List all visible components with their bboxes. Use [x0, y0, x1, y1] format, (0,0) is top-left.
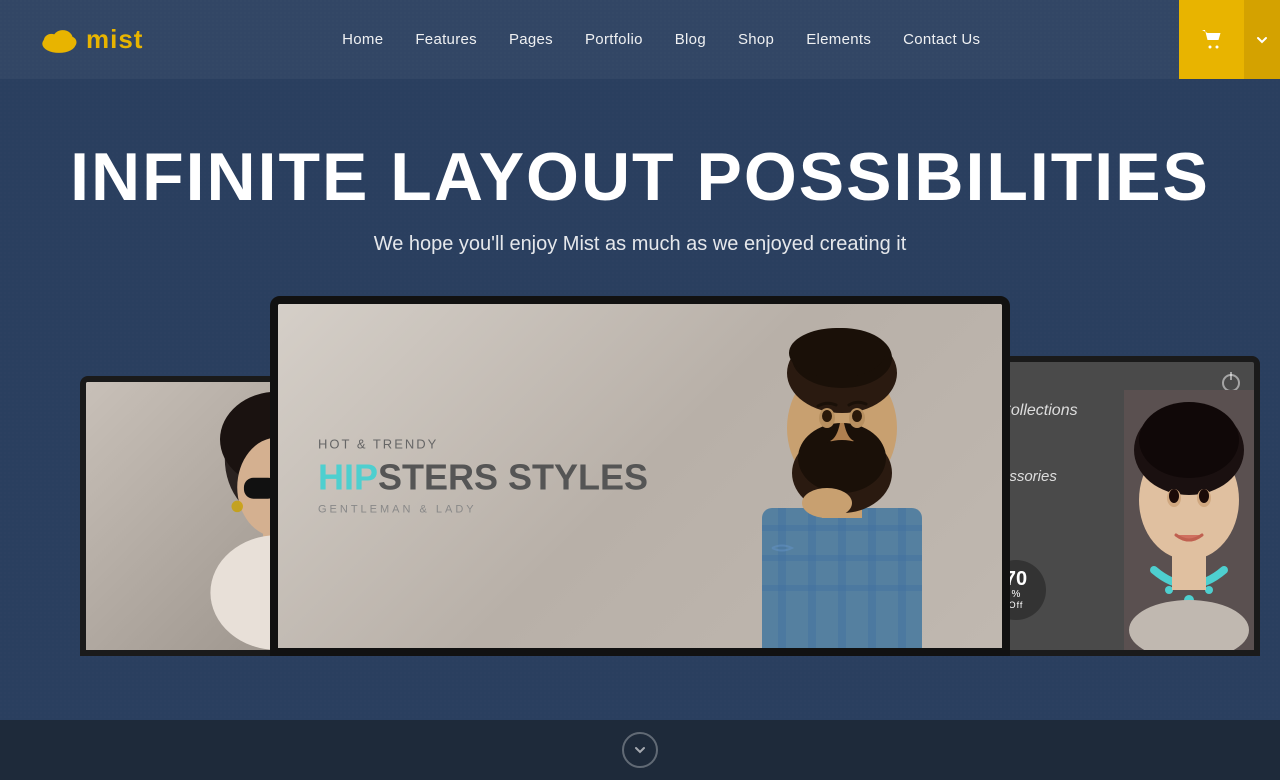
cart-button[interactable] [1179, 0, 1244, 79]
bottom-bar [0, 720, 1280, 780]
nav-item-blog[interactable]: Blog [675, 31, 706, 49]
screen-center: HOT & TRENDY HIPSTERS STYLES GENTLEMAN &… [270, 296, 1010, 656]
center-sub-text: GENTLEMAN & LADY [318, 503, 648, 515]
woman-face-right [1124, 390, 1254, 650]
nav-link-shop[interactable]: Shop [738, 31, 774, 48]
nav-item-shop[interactable]: Shop [738, 31, 774, 49]
nav-dropdown-button[interactable] [1244, 0, 1280, 79]
logo-cloud-icon [40, 27, 78, 53]
center-text-area: HOT & TRENDY HIPSTERS STYLES GENTLEMAN &… [318, 436, 648, 515]
cart-icon [1201, 29, 1223, 51]
logo-area: mist [0, 24, 143, 55]
hero-section: INFINITE LAYOUT POSSIBILITIES We hope yo… [0, 0, 1280, 780]
hero-subtitle: We hope you'll enjoy Mist as much as we … [374, 233, 907, 256]
screen-center-content: HOT & TRENDY HIPSTERS STYLES GENTLEMAN &… [278, 304, 1002, 648]
nav-link-contact[interactable]: Contact Us [903, 31, 980, 48]
navbar: mist Home Features Pages Portfolio Blog … [0, 0, 1280, 79]
screens-showcase: HOT & TRENDY HIPSTERS STYLES GENTLEMAN &… [0, 296, 1280, 656]
badge-off: Off [1009, 600, 1024, 610]
nav-item-elements[interactable]: Elements [806, 31, 871, 49]
nav-link-elements[interactable]: Elements [806, 31, 871, 48]
bearded-man-illustration [682, 308, 1002, 648]
woman-right-illustration [1124, 390, 1254, 650]
badge-percent: % [1012, 589, 1021, 600]
sters-text: STERS STYLES [378, 456, 648, 497]
nav-link-pages[interactable]: Pages [509, 31, 553, 48]
nav-right [1179, 0, 1280, 79]
logo-text: mist [86, 24, 143, 55]
chevron-down-icon [1256, 34, 1268, 46]
scroll-down-button[interactable] [622, 732, 658, 768]
hip-text: HIP [318, 456, 378, 497]
nav-link-features[interactable]: Features [415, 31, 477, 48]
nav-item-portfolio[interactable]: Portfolio [585, 31, 643, 49]
center-small-text: HOT & TRENDY [318, 436, 648, 451]
nav-item-contact[interactable]: Contact Us [903, 31, 980, 49]
nav-link-blog[interactable]: Blog [675, 31, 706, 48]
chevron-down-scroll-icon [633, 743, 647, 757]
nav-item-features[interactable]: Features [415, 31, 477, 49]
center-headline: HIPSTERS STYLES [318, 459, 648, 495]
nav-link-home[interactable]: Home [342, 31, 383, 48]
nav-link-portfolio[interactable]: Portfolio [585, 31, 643, 48]
nav-links: Home Features Pages Portfolio Blog Shop … [143, 31, 1179, 49]
nav-item-home[interactable]: Home [342, 31, 383, 49]
nav-item-pages[interactable]: Pages [509, 31, 553, 49]
hero-title: INFINITE LAYOUT POSSIBILITIES [70, 140, 1210, 215]
